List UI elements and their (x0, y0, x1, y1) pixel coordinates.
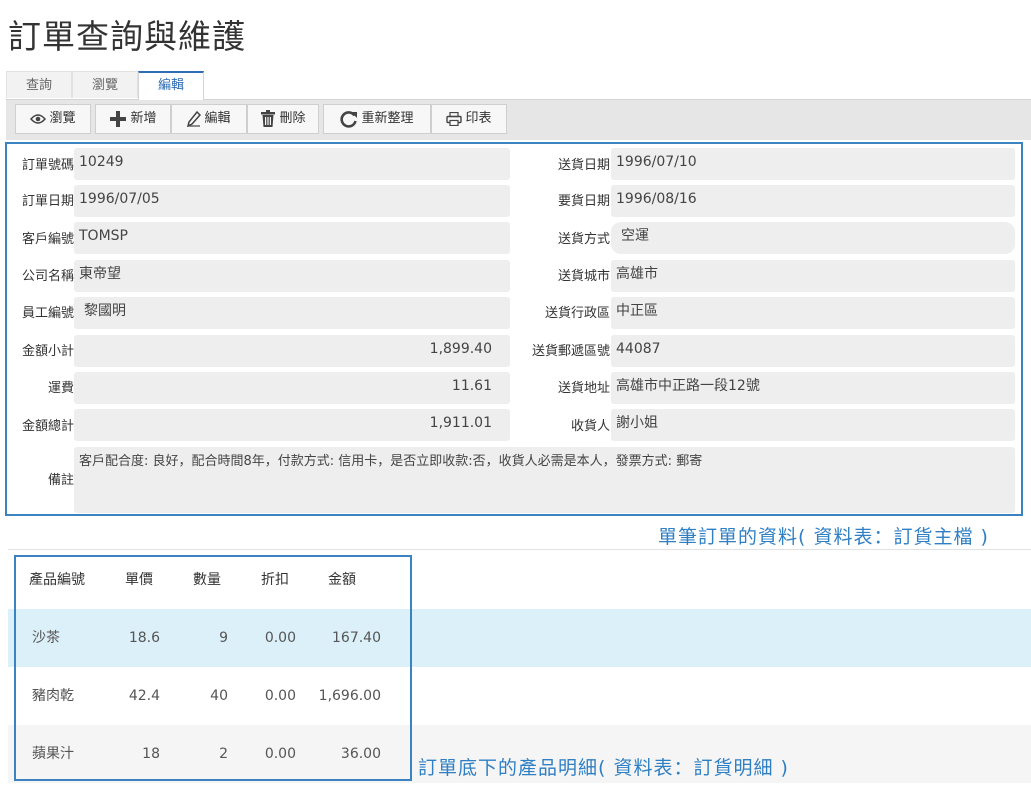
pencil-icon (187, 111, 202, 127)
refresh-button-label: 重新整理 (361, 111, 414, 126)
eye-icon (30, 113, 47, 125)
freight-label: 運費 (47, 381, 74, 396)
print-button[interactable]: 印表 (431, 104, 507, 134)
ship-name-label: 收貨人 (570, 419, 610, 434)
page-title: 訂單查詢與維護 (8, 17, 246, 56)
add-button-label: 新增 (130, 111, 157, 126)
total-label: 金額總計 (21, 419, 74, 434)
customer-id-field[interactable]: TOMSP (74, 222, 510, 254)
subtotal-field[interactable]: 1,899.40 (74, 335, 510, 367)
total-field[interactable]: 1,911.01 (74, 409, 510, 441)
ship-address-label: 送貨地址 (557, 381, 610, 396)
plus-icon (109, 110, 127, 128)
order-date-label: 訂單日期 (21, 194, 74, 209)
ship-address-field[interactable]: 高雄市中正路一段12號 (611, 372, 1015, 404)
print-button-label: 印表 (465, 111, 492, 126)
notes-label: 備註 (47, 473, 74, 488)
edit-button[interactable]: 編輯 (171, 104, 247, 134)
ship-date-label: 送貨日期 (557, 158, 610, 173)
notes-field[interactable]: 客戶配合度: 良好，配合時間8年，付款方式: 信用卡，是否立即收款:否，收貨人必… (74, 447, 1015, 513)
trash-icon (260, 110, 276, 128)
customer-id-label: 客戶編號 (21, 232, 74, 247)
delete-button-label: 刪除 (279, 111, 306, 126)
required-date-label: 要貨日期 (557, 194, 610, 209)
printer-icon (446, 112, 463, 126)
tab-query[interactable]: 查詢 (6, 71, 72, 98)
ship-region-label: 送貨行政區 (544, 306, 610, 321)
refresh-button[interactable]: 重新整理 (323, 104, 431, 134)
employee-id-label: 員工編號 (21, 306, 74, 321)
tab-bar: 查詢 瀏覽 編輯 (6, 71, 1031, 100)
ship-postal-field[interactable]: 44087 (611, 335, 1015, 367)
employee-id-field[interactable]: 黎國明 (74, 297, 510, 329)
order-no-field[interactable]: 10249 (74, 148, 510, 180)
company-name-field[interactable]: 東帝望 (74, 260, 510, 292)
ship-city-field[interactable]: 高雄市 (611, 260, 1015, 292)
master-caption: 單筆訂單的資料( 資料表：訂貨主檔 ) (658, 526, 989, 548)
order-date-field[interactable]: 1996/07/05 (74, 185, 510, 217)
ship-name-field[interactable]: 謝小姐 (611, 409, 1015, 441)
detail-highlight-frame (14, 555, 412, 781)
ship-via-field[interactable]: 空運 (611, 222, 1015, 254)
order-master-form: 訂單號碼 10249 訂單日期 1996/07/05 客戶編號 TOMSP 公司… (5, 142, 1023, 516)
ship-region-field[interactable]: 中正區 (611, 297, 1015, 329)
subtotal-label: 金額小計 (21, 344, 74, 359)
tab-browse[interactable]: 瀏覽 (72, 71, 138, 98)
tab-edit[interactable]: 編輯 (138, 71, 204, 100)
add-button[interactable]: 新增 (95, 104, 171, 134)
ship-city-label: 送貨城市 (557, 269, 610, 284)
delete-button[interactable]: 刪除 (247, 104, 319, 134)
order-no-label: 訂單號碼 (21, 158, 74, 173)
browse-button-label: 瀏覽 (49, 111, 76, 126)
edit-button-label: 編輯 (204, 111, 231, 126)
toolbar: 瀏覽 新增 編輯 刪除 重新整理 印表 (6, 100, 1031, 140)
company-name-label: 公司名稱 (21, 269, 74, 284)
freight-field[interactable]: 11.61 (74, 372, 510, 404)
required-date-field[interactable]: 1996/08/16 (611, 185, 1015, 217)
ship-postal-label: 送貨郵遞區號 (531, 344, 610, 359)
detail-caption: 訂單底下的產品明細( 資料表：訂貨明細 ) (418, 757, 789, 779)
refresh-icon (340, 110, 358, 128)
ship-date-field[interactable]: 1996/07/10 (611, 148, 1015, 180)
ship-via-label: 送貨方式 (557, 232, 610, 247)
browse-button[interactable]: 瀏覽 (15, 104, 91, 134)
